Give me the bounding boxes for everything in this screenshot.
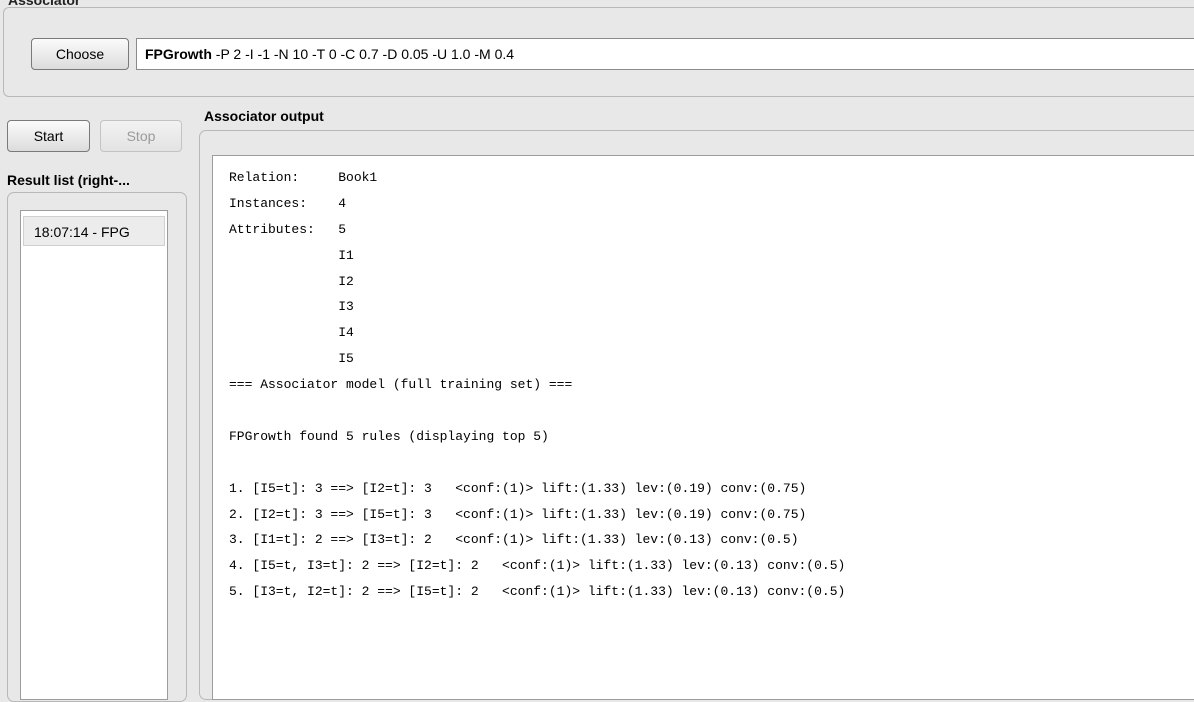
result-list-item[interactable]: 18:07:14 - FPG (23, 216, 165, 246)
output-line: I2 (229, 273, 354, 289)
output-line: Relation: Book1 (229, 170, 378, 185)
output-line: === Associator model (full training set)… (229, 377, 573, 393)
output-line: I3 (229, 299, 354, 315)
output-line: 5. [I3=t, I2=t]: 2 ==> [I5=t]: 2 <conf:(… (229, 584, 846, 600)
output-line: 1. [I5=t]: 3 ==> [I2=t]: 3 <conf:(1)> li… (229, 480, 807, 496)
output-line: Instances: 4 (229, 195, 347, 211)
output-line: 2. [I2=t]: 3 ==> [I5=t]: 3 <conf:(1)> li… (229, 506, 807, 522)
start-button[interactable]: Start (7, 120, 90, 152)
result-list-label: Result list (right-... (7, 172, 130, 188)
output-line: FPGrowth found 5 rules (displaying top 5… (229, 428, 549, 444)
output-line: I1 (229, 247, 354, 263)
scheme-options: -P 2 -I -1 -N 10 -T 0 -C 0.7 -D 0.05 -U … (211, 46, 515, 62)
result-list[interactable]: 18:07:14 - FPG (20, 210, 168, 700)
output-line: Attributes: 5 (229, 221, 347, 237)
output-line: 4. [I5=t, I3=t]: 2 ==> [I2=t]: 2 <conf:(… (229, 558, 846, 574)
output-line: 3. [I1=t]: 2 ==> [I3=t]: 2 <conf:(1)> li… (229, 532, 799, 548)
output-line: I4 (229, 325, 354, 341)
associator-output-text: Relation: Book1 Instances: 4 Attributes: 5… (229, 165, 845, 605)
scheme-name: FPGrowth (145, 46, 212, 62)
associator-output-label: Associator output (204, 108, 324, 124)
associator-output-area[interactable]: Relation: Book1 Instances: 4 Attributes: 5… (212, 155, 1194, 700)
output-line: I5 (229, 351, 354, 367)
choose-button[interactable]: Choose (31, 38, 129, 70)
stop-button[interactable]: Stop (100, 120, 182, 152)
scheme-config-field[interactable]: FPGrowth -P 2 -I -1 -N 10 -T 0 -C 0.7 -D… (136, 38, 1194, 70)
